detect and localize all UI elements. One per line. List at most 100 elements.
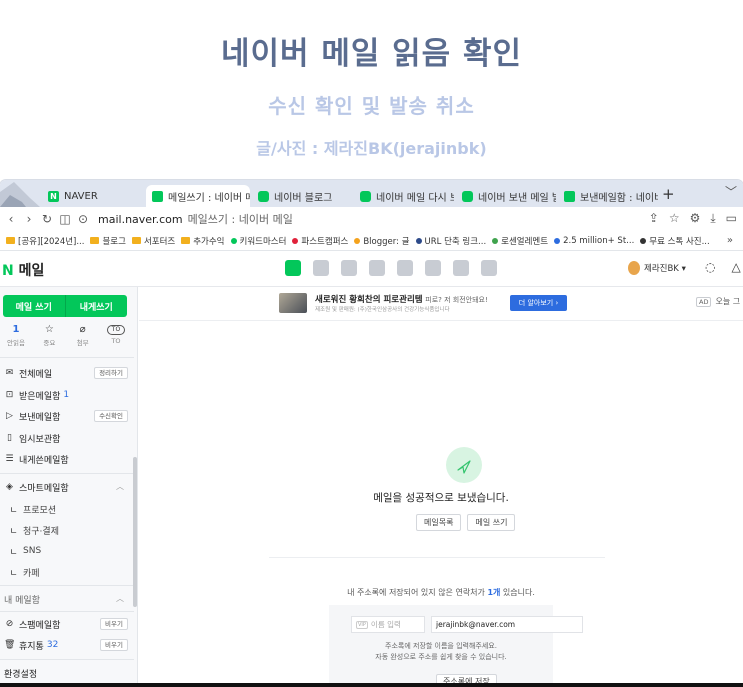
- bookmark-icon[interactable]: [481, 260, 497, 276]
- tab-sent-mailbox[interactable]: 보낸메일함 : 네이버 미: [558, 185, 658, 207]
- sidebar-item-inbox[interactable]: ⊡ 받은메일함 1: [4, 387, 128, 403]
- sidebar-item-sent[interactable]: ▷ 보낸메일함 수신확인: [4, 408, 128, 424]
- bookmark-item[interactable]: 추가수익: [181, 235, 225, 247]
- ad-title: 새로워진 황희찬의 피로관리템: [315, 295, 423, 305]
- empty-spam-button[interactable]: 비우기: [100, 618, 128, 630]
- ad-learn-more-button[interactable]: 더 알아보기 ›: [509, 295, 568, 311]
- read-receipt-button[interactable]: 수신확인: [94, 410, 128, 422]
- mail-icon: [564, 190, 575, 202]
- bookmark-item[interactable]: [공유][2024년]...: [6, 235, 84, 247]
- ad-badge: AD: [696, 296, 712, 307]
- blog-icon: [258, 190, 269, 202]
- sidebar-item-drafts[interactable]: ▯ 임시보관함: [4, 430, 128, 446]
- bookmark-item[interactable]: 2.5 million+ St...: [554, 236, 634, 246]
- sidebar-item-sns[interactable]: ㄴ SNS: [4, 543, 128, 559]
- sidebar-item-spam[interactable]: ⊘ 스팸메일함 비우기: [4, 616, 128, 632]
- folder-icon: [131, 237, 141, 244]
- compose-again-button[interactable]: 메일 쓰기: [467, 514, 516, 531]
- url-page-title[interactable]: 메일쓰기 : 네이버 메일: [188, 211, 293, 227]
- write-mail-button[interactable]: 메일 쓰기: [3, 295, 65, 317]
- new-tab-button[interactable]: +: [662, 185, 675, 203]
- chevron-up-icon[interactable]: ︿: [116, 593, 124, 604]
- memo-icon[interactable]: [425, 260, 441, 276]
- filter-attachment[interactable]: ⌀ 첨부: [71, 323, 95, 351]
- sidebar-divider: [0, 659, 134, 660]
- bookmark-item[interactable]: Blogger: 글: [354, 235, 410, 247]
- profile-menu[interactable]: 제라진BK ▾: [628, 261, 686, 275]
- address-book-icon[interactable]: [341, 260, 357, 276]
- contact-name-input[interactable]: VIP 이름 입력: [351, 616, 425, 633]
- sidebar-scrollbar[interactable]: [133, 457, 137, 607]
- tab-label: 메일쓰기 : 네이버 메일: [168, 192, 250, 204]
- bookmarks-more-button[interactable]: »: [727, 235, 733, 246]
- notification-icon[interactable]: △: [731, 260, 740, 274]
- ad-disclaimer: 제조원 및 판매원: (주)한국인삼공사의 건강기능식품입니다: [315, 307, 450, 313]
- bookmark-item[interactable]: 키워드마스터: [230, 235, 286, 247]
- save-contact-button[interactable]: 주소록에 저장: [436, 674, 497, 687]
- sidebar-item-cafe[interactable]: ㄴ 카페: [4, 564, 128, 580]
- bookmark-item[interactable]: 블로그: [90, 235, 126, 247]
- tab-naver-blog[interactable]: 네이버 블로그: [252, 185, 352, 207]
- mybox-icon[interactable]: [397, 260, 413, 276]
- bookmark-item[interactable]: 로센얼레멘트: [492, 235, 548, 247]
- inbox-icon: ⊡: [5, 390, 14, 400]
- branch-icon: ㄴ: [9, 568, 18, 579]
- sidebar-item-settings[interactable]: 환경설정: [4, 665, 128, 681]
- sidebar-item-smart[interactable]: ◈ 스마트메일함 ︿: [4, 479, 128, 495]
- name-placeholder: 이름 입력: [370, 620, 401, 629]
- banner-title: 네이버 메일 읽음 확인: [220, 36, 523, 72]
- sidebar-divider: [0, 585, 134, 586]
- filter-unread[interactable]: 1 안읽음: [4, 323, 28, 351]
- bookmark-item[interactable]: 서포터즈: [131, 235, 175, 247]
- naver-mail-logo[interactable]: N 메일: [2, 260, 44, 280]
- vip-badge[interactable]: VIP: [356, 620, 368, 629]
- write-to-me-button[interactable]: 내게쓰기: [64, 295, 127, 317]
- back-icon[interactable]: ‹: [4, 212, 18, 226]
- window-icon[interactable]: ▭: [726, 211, 737, 226]
- tab-naver[interactable]: N NAVER: [42, 185, 142, 207]
- note-icon[interactable]: [369, 260, 385, 276]
- inbox-count: 1: [63, 390, 70, 400]
- ad-banner[interactable]: 새로워진 황희찬의 피로관리템 피로? 저 회전안돼요! 제조원 및 판매원: …: [279, 292, 568, 314]
- banner-credit: 글/사진 : 제라진BK(jerajinbk): [256, 139, 487, 158]
- tab-sent-mail-blog[interactable]: 네이버 보낸 메일 발송: [456, 185, 556, 207]
- chat-icon[interactable]: ◌: [705, 260, 715, 274]
- filter-important[interactable]: ☆ 중요: [37, 323, 61, 351]
- download-icon[interactable]: ⤓: [710, 211, 715, 226]
- empty-trash-button[interactable]: 비우기: [100, 639, 128, 651]
- paperclip-icon: ⌀: [79, 324, 86, 335]
- sidebar-divider: [0, 357, 134, 358]
- calendar-icon[interactable]: [313, 260, 329, 276]
- bookmark-item[interactable]: 파스트캠퍼스: [292, 235, 348, 247]
- tab-bar: N NAVER 메일쓰기 : 네이버 메일 네이버 블로그 네이버 메일 다시 …: [0, 180, 743, 207]
- header-actions: ◌ △: [705, 260, 741, 274]
- tidy-up-button[interactable]: 정리하기: [94, 367, 128, 379]
- sidebar-item-to-me[interactable]: ☰ 내게쓴메일함: [4, 451, 128, 467]
- tab-list-button[interactable]: ﹀: [725, 183, 737, 200]
- to-icon: TO: [106, 325, 125, 335]
- share-icon[interactable]: ⇪: [649, 211, 659, 226]
- bookmark-item[interactable]: URL 단축 링크...: [415, 235, 486, 247]
- url-host[interactable]: mail.naver.com: [98, 213, 183, 226]
- bookmark-item[interactable]: 무료 스톡 사진...: [640, 235, 710, 247]
- reload-icon[interactable]: ↻: [40, 212, 54, 226]
- extensions-icon[interactable]: ⚙: [690, 211, 701, 226]
- lock-icon[interactable]: ⊙: [76, 212, 90, 226]
- site-info-icon[interactable]: ◫: [58, 212, 72, 226]
- sidebar-divider: [0, 611, 134, 612]
- sidebar-item-promotion[interactable]: ㄴ 프로모션: [4, 501, 128, 517]
- mail-list-button[interactable]: 메일목록: [416, 514, 462, 531]
- home-icon[interactable]: [453, 260, 469, 276]
- tab-resend-mail[interactable]: 네이버 메일 다시 보내: [354, 185, 454, 207]
- write-buttons: 메일 쓰기 내게쓰기: [3, 295, 127, 317]
- forward-icon[interactable]: ›: [22, 212, 36, 226]
- mail-app-icon[interactable]: [285, 260, 301, 276]
- bookmark-star-icon[interactable]: ☆: [669, 211, 680, 226]
- filter-to-me[interactable]: TO TO: [104, 323, 128, 351]
- sidebar-item-trash[interactable]: 🗑 휴지통 32 비우기: [4, 637, 128, 653]
- sidebar-item-billing[interactable]: ㄴ 청구·결제: [4, 522, 128, 538]
- sidebar-section-my-folders[interactable]: 내 메일함 ︿: [4, 591, 128, 607]
- chevron-up-icon[interactable]: ︿: [116, 481, 124, 492]
- sidebar-item-all-mail[interactable]: ✉ 전체메일 정리하기: [4, 365, 128, 381]
- tab-compose-mail[interactable]: 메일쓰기 : 네이버 메일: [146, 185, 250, 207]
